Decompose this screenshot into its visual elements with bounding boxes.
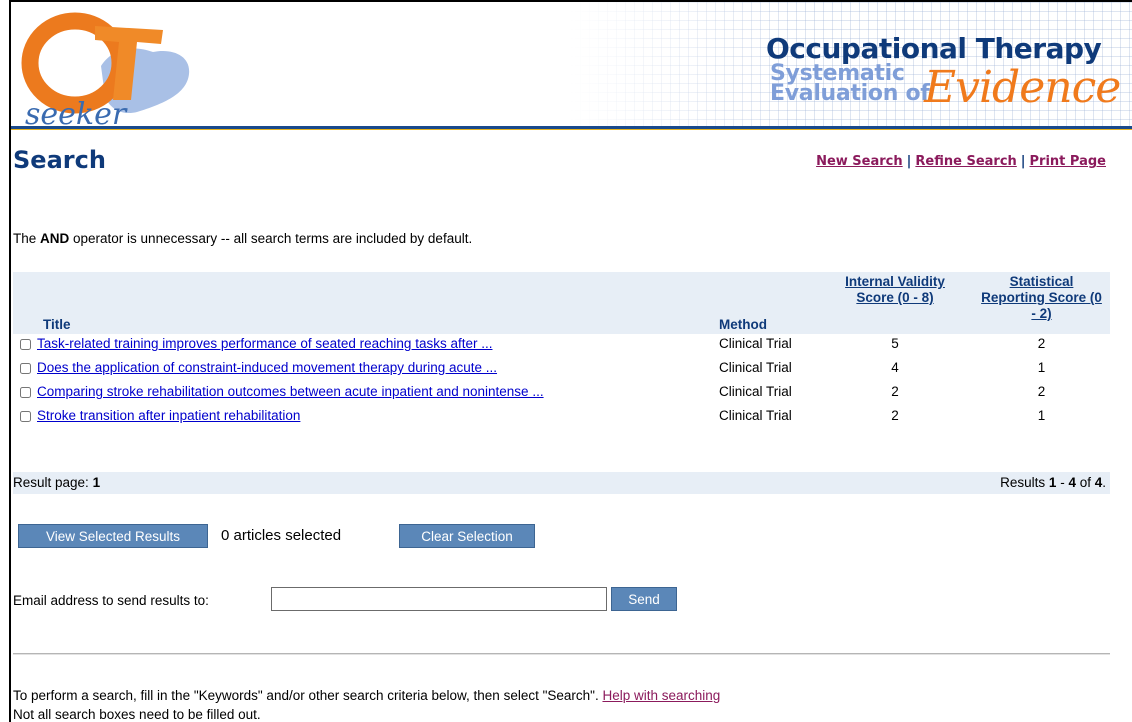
- brand-occupational-therapy: Occupational Therapy: [766, 32, 1102, 65]
- table-row: Stroke transition after inpatient rehabi…: [13, 406, 1110, 430]
- column-header-statistical-reporting[interactable]: Statistical Reporting Score (0 - 2): [978, 272, 1105, 322]
- svg-text:seeker: seeker: [25, 97, 128, 128]
- search-notice: The AND operator is unnecessary -- all s…: [13, 231, 472, 246]
- column-header-method: Method: [719, 317, 767, 332]
- notice-prefix: The: [13, 231, 41, 246]
- result-internal-validity: 5: [891, 336, 899, 351]
- email-label: Email address to send results to:: [13, 593, 209, 608]
- print-page-link[interactable]: Print Page: [1030, 154, 1106, 169]
- help-with-searching-link[interactable]: Help with searching: [602, 688, 720, 703]
- of-label: of: [1075, 475, 1095, 490]
- result-internal-validity: 2: [891, 408, 899, 423]
- brand-sub-row: Systematic Evaluation of Evidence: [766, 63, 1121, 124]
- page-frame: seeker Occupational Therapy Systematic E…: [9, 0, 1132, 722]
- send-button[interactable]: Send: [611, 587, 677, 611]
- row-select-checkbox[interactable]: [20, 363, 31, 374]
- clear-selection-button[interactable]: Clear Selection: [399, 524, 535, 548]
- range-end: 4: [1068, 475, 1076, 490]
- result-method: Clinical Trial: [719, 360, 792, 375]
- result-page-indicator: Result page: 1: [13, 475, 100, 490]
- result-statistical-reporting: 1: [1037, 408, 1046, 423]
- brand-title: Occupational Therapy Systematic Evaluati…: [766, 32, 1121, 124]
- link-separator: |: [906, 154, 912, 169]
- result-statistical-reporting: 2: [1037, 336, 1046, 351]
- instructions-text: To perform a search, fill in the "Keywor…: [13, 688, 599, 703]
- refine-search-link[interactable]: Refine Search: [915, 154, 1016, 169]
- results-table: Title Method Internal Validity Score (0 …: [13, 272, 1110, 430]
- row-select-checkbox[interactable]: [20, 411, 31, 422]
- results-prefix: Results: [1000, 475, 1049, 490]
- range-separator: -: [1056, 475, 1069, 490]
- result-title-link[interactable]: Does the application of constraint-induc…: [37, 360, 497, 375]
- link-separator: |: [1020, 154, 1026, 169]
- search-instructions: To perform a search, fill in the "Keywor…: [13, 688, 720, 703]
- site-header: seeker Occupational Therapy Systematic E…: [11, 2, 1132, 130]
- notice-suffix: operator is unnecessary -- all search te…: [69, 231, 473, 246]
- results-range: Results 1 - 4 of 4.: [1000, 475, 1106, 490]
- column-header-title: Title: [43, 317, 71, 332]
- current-page-number: 1: [92, 475, 101, 490]
- table-row: Task-related training improves performan…: [13, 334, 1110, 358]
- result-internal-validity: 2: [891, 384, 899, 399]
- ot-seeker-logo[interactable]: seeker: [13, 8, 203, 128]
- column-header-internal-validity[interactable]: Internal Validity Score (0 - 8): [840, 272, 950, 306]
- pagination-bar: Result page: 1 Results 1 - 4 of 4.: [13, 472, 1110, 494]
- section-divider: [13, 653, 1110, 655]
- result-statistical-reporting: 2: [1037, 384, 1046, 399]
- result-page-label: Result page:: [13, 475, 93, 490]
- row-select-checkbox[interactable]: [20, 339, 31, 350]
- result-statistical-reporting: 1: [1037, 360, 1046, 375]
- top-links: New Search | Refine Search | Print Page: [816, 154, 1106, 169]
- result-title-link[interactable]: Stroke transition after inpatient rehabi…: [37, 408, 300, 423]
- result-method: Clinical Trial: [719, 336, 792, 351]
- notice-keyword: AND: [40, 231, 70, 246]
- result-internal-validity: 4: [891, 360, 899, 375]
- range-period: .: [1102, 475, 1106, 490]
- brand-evidence: Evidence: [924, 62, 1121, 113]
- new-search-link[interactable]: New Search: [816, 154, 903, 169]
- header-rule-gold: [11, 129, 1132, 130]
- table-row: Does the application of constraint-induc…: [13, 358, 1110, 382]
- result-title-link[interactable]: Comparing stroke rehabilitation outcomes…: [37, 384, 544, 399]
- results-table-body: Task-related training improves performan…: [13, 334, 1110, 430]
- search-hint: Not all search boxes need to be filled o…: [13, 707, 261, 722]
- page-title: Search: [13, 146, 106, 174]
- view-selected-results-button[interactable]: View Selected Results: [18, 524, 208, 548]
- result-title-link[interactable]: Task-related training improves performan…: [37, 336, 492, 351]
- result-method: Clinical Trial: [719, 384, 792, 399]
- selected-count: 0 articles selected: [217, 527, 342, 549]
- brand-evaluation-of: Evaluation of: [770, 81, 930, 106]
- email-input[interactable]: [271, 587, 607, 611]
- table-row: Comparing stroke rehabilitation outcomes…: [13, 382, 1110, 406]
- row-select-checkbox[interactable]: [20, 387, 31, 398]
- results-table-header: Title Method Internal Validity Score (0 …: [13, 272, 1110, 334]
- result-method: Clinical Trial: [719, 408, 792, 423]
